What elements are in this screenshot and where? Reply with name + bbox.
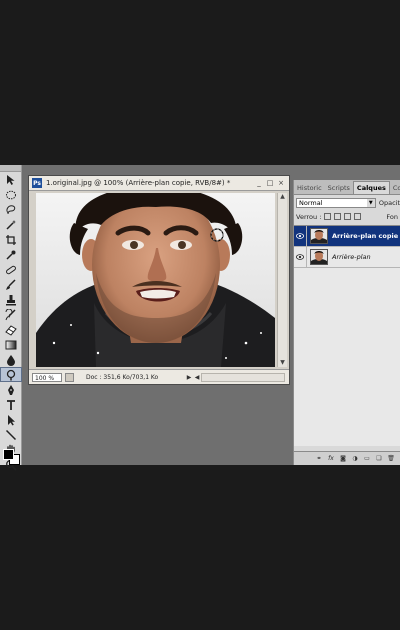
healing-brush-icon[interactable]	[0, 262, 22, 277]
blend-mode-select[interactable]: Normal ▼	[296, 197, 376, 208]
layers-panel-footer: ⚭ fx ◙ ◑ ▭ ❏ 🗑	[294, 451, 400, 465]
tab-scripts[interactable]: Scripts	[325, 182, 353, 194]
fx-icon[interactable]: fx	[327, 455, 335, 463]
gradient-icon[interactable]	[0, 337, 22, 352]
eye-icon[interactable]	[294, 247, 307, 267]
blur-icon[interactable]	[0, 352, 22, 367]
toolbox	[0, 165, 22, 471]
maximize-button[interactable]: □	[266, 179, 274, 187]
adjustment-icon[interactable]: ◑	[351, 455, 359, 463]
vertical-scrollbar[interactable]: ▲ ▼	[277, 193, 287, 367]
folder-icon[interactable]: ▭	[363, 455, 371, 463]
layer-thumbnail	[310, 249, 328, 265]
lock-transparency-icon[interactable]	[324, 213, 332, 220]
layer-row[interactable]: Arrière-plan copie	[294, 226, 400, 247]
lasso-icon[interactable]	[0, 202, 22, 217]
eraser-icon[interactable]	[0, 322, 22, 337]
history-brush-icon[interactable]	[0, 307, 22, 322]
brush-icon[interactable]	[0, 277, 22, 292]
foreground-color-swatch[interactable]	[3, 449, 14, 460]
lock-pixels-icon[interactable]	[334, 213, 342, 220]
document-title: 1.original.jpg @ 100% (Arrière-plan copi…	[46, 179, 231, 187]
blend-mode-value: Normal	[299, 198, 323, 207]
clone-stamp-icon[interactable]	[0, 292, 22, 307]
layer-row[interactable]: Arrière-plan	[294, 247, 400, 268]
horizontal-scrollbar[interactable]	[201, 372, 285, 382]
layer-thumbnail	[310, 228, 328, 244]
crop-icon[interactable]	[0, 232, 22, 247]
toolbox-grip[interactable]	[0, 165, 21, 172]
tab-history[interactable]: Historic	[294, 182, 325, 194]
opacity-label: Opacit	[378, 198, 400, 207]
document-size-info: Doc : 351,6 Ko/703,1 Ko	[86, 373, 159, 381]
new-layer-icon[interactable]: ❏	[375, 455, 383, 463]
image-canvas[interactable]	[36, 193, 275, 367]
marquee-icon[interactable]	[0, 187, 22, 202]
path-select-icon[interactable]	[0, 412, 22, 427]
mask-icon[interactable]: ◙	[339, 455, 347, 463]
document-window: Ps 1.original.jpg @ 100% (Arrière-plan c…	[28, 175, 290, 385]
zoom-level-field[interactable]: 100 %	[32, 372, 62, 382]
eye-icon[interactable]	[294, 226, 307, 246]
document-titlebar[interactable]: Ps 1.original.jpg @ 100% (Arrière-plan c…	[29, 176, 289, 191]
photoshop-workspace: Ps 1.original.jpg @ 100% (Arrière-plan c…	[0, 165, 400, 471]
lock-all-icon[interactable]	[354, 213, 362, 220]
lock-label: Verrou :	[296, 212, 322, 221]
tab-layers[interactable]: Calques	[352, 181, 390, 194]
eyedropper-icon[interactable]	[0, 247, 22, 262]
line-icon[interactable]	[0, 427, 22, 442]
type-icon[interactable]	[0, 397, 22, 412]
dodge-icon[interactable]	[0, 367, 22, 382]
link-icon[interactable]: ⚭	[315, 455, 323, 463]
scroll-up-arrow-icon[interactable]: ▲	[278, 193, 287, 201]
layer-name: Arrière-plan	[332, 253, 371, 261]
pen-icon[interactable]	[0, 382, 22, 397]
fill-label: Fon	[386, 212, 398, 221]
magic-wand-icon[interactable]	[0, 217, 22, 232]
scroll-left-arrow-icon[interactable]: ◀	[193, 373, 201, 382]
panel-tabs: Historic Scripts Calques Couche	[294, 180, 400, 195]
lock-position-icon[interactable]	[344, 213, 352, 220]
layers-list: Arrière-plan copie Arrière-plan	[294, 225, 400, 446]
tab-channels[interactable]: Couche	[390, 182, 400, 194]
portrait-photo	[36, 193, 275, 367]
chevron-down-icon[interactable]: ▼	[366, 198, 375, 207]
move-icon[interactable]	[0, 172, 22, 187]
scroll-down-arrow-icon[interactable]: ▼	[278, 359, 287, 367]
layer-name: Arrière-plan copie	[332, 232, 399, 240]
status-arrow-icon[interactable]: ▶	[185, 373, 193, 382]
status-menu-icon[interactable]	[65, 372, 74, 382]
layers-panel: Historic Scripts Calques Couche Normal ▼…	[293, 180, 400, 465]
document-statusbar: 100 % Doc : 351,6 Ko/703,1 Ko ▶ ◀	[29, 369, 289, 384]
close-button[interactable]: ×	[277, 179, 285, 187]
minimize-button[interactable]: _	[255, 179, 263, 187]
trash-icon[interactable]: 🗑	[387, 455, 395, 463]
photoshop-doc-icon: Ps	[32, 178, 42, 188]
color-swatches[interactable]	[3, 449, 20, 465]
